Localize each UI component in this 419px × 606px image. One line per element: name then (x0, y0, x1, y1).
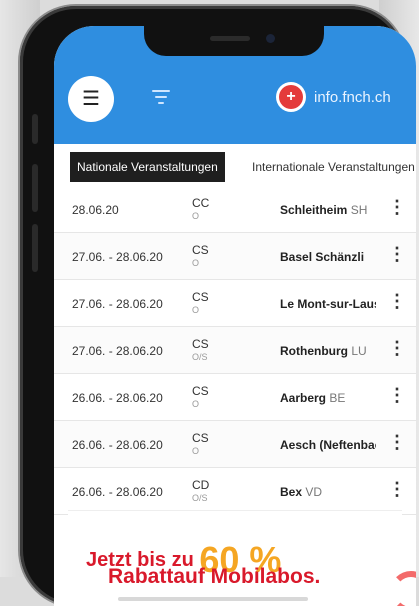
more-vert-icon[interactable]: ⋮ (388, 386, 406, 404)
event-date: 27.06. - 28.06.20 (72, 297, 163, 311)
event-place: Le Mont-sur-Lausanne (280, 297, 376, 311)
more-vert-icon[interactable]: ⋮ (388, 433, 406, 451)
phone-notch (144, 26, 324, 56)
event-category: O (192, 258, 200, 268)
event-canton: SH (350, 203, 368, 217)
event-row[interactable]: 26.06. - 28.06.20 CD O/S Bex VD ⋮ (54, 468, 416, 515)
event-date: 26.06. - 28.06.20 (72, 485, 163, 499)
more-vert-icon[interactable]: ⋮ (388, 480, 406, 498)
menu-icon: ☰ (82, 88, 100, 110)
event-row[interactable]: 27.06. - 28.06.20 CS O Le Mont-sur-Lausa… (54, 280, 416, 327)
volume-up-button (32, 164, 38, 212)
event-canton: BE (329, 391, 346, 405)
speaker-grille (210, 36, 250, 41)
ad-fine-print (118, 597, 308, 601)
event-category: O (192, 446, 200, 456)
event-category: O (192, 399, 200, 409)
front-camera (266, 34, 275, 43)
menu-button[interactable]: ☰ (68, 76, 114, 122)
event-discipline: CS (192, 431, 209, 445)
more-vert-icon[interactable]: ⋮ (388, 245, 406, 263)
event-row[interactable]: 27.06. - 28.06.20 CS O Basel Schänzli ⋮ (54, 233, 416, 280)
event-tabs: Nationale Veranstaltungen Internationale… (54, 144, 416, 187)
mute-switch (32, 114, 38, 144)
event-discipline: CC (192, 196, 210, 210)
more-vert-icon[interactable]: ⋮ (388, 292, 406, 310)
event-category: O (192, 211, 200, 221)
ad-subheadline: Rabattauf Mobilabos. (108, 565, 321, 588)
event-place: Basel Schänzli (280, 250, 365, 264)
event-category: O (192, 305, 200, 315)
event-row[interactable]: 27.06. - 28.06.20 CS O/S Rothenburg LU ⋮ (54, 327, 416, 374)
more-vert-icon[interactable]: ⋮ (388, 339, 406, 357)
tab-national-events[interactable]: Nationale Veranstaltungen (70, 152, 225, 182)
event-canton: VD (305, 485, 323, 499)
event-date: 26.06. - 28.06.20 (72, 438, 163, 452)
event-date: 27.06. - 28.06.20 (72, 250, 163, 264)
app-screen: ☰ + info.fnch.ch Nationale Veranstaltung… (54, 26, 416, 606)
event-date: 28.06.20 (72, 203, 119, 217)
volume-down-button (32, 224, 38, 272)
event-row[interactable]: 26.06. - 28.06.20 CS O Aarberg BE ⋮ (54, 374, 416, 421)
event-category: O/S (192, 493, 208, 503)
event-list: 28.06.20 CC O Schleitheim SH ⋮ 27.06. - … (54, 186, 416, 515)
event-canton: LU (351, 344, 367, 358)
event-date: 26.06. - 28.06.20 (72, 391, 163, 405)
event-date: 27.06. - 28.06.20 (72, 344, 163, 358)
event-place: Schleitheim (280, 203, 348, 217)
tab-international-events[interactable]: Internationale Veranstaltungen (252, 160, 416, 174)
advertisement-banner[interactable]: Jetzt bis zu 60 % Rabattauf Mobilabos. (68, 510, 416, 606)
more-vert-icon[interactable]: ⋮ (388, 198, 406, 216)
event-place: Rothenburg (280, 344, 348, 358)
ad-decoration-icon (390, 571, 416, 606)
swiss-cross-logo-icon: + (276, 82, 306, 112)
event-discipline: CS (192, 243, 209, 257)
event-discipline: CD (192, 478, 210, 492)
event-discipline: CS (192, 384, 209, 398)
app-logo[interactable]: + info.fnch.ch (276, 82, 391, 112)
event-category: O/S (192, 352, 208, 362)
logo-text: info.fnch.ch (314, 88, 391, 106)
event-place: Bex (280, 485, 303, 499)
event-discipline: CS (192, 290, 209, 304)
event-place: Aarberg (280, 391, 327, 405)
phone-frame: ☰ + info.fnch.ch Nationale Veranstaltung… (20, 6, 416, 606)
event-row[interactable]: 26.06. - 28.06.20 CS O Aesch (Neftenbach… (54, 421, 416, 468)
event-row[interactable]: 28.06.20 CC O Schleitheim SH ⋮ (54, 186, 416, 233)
event-discipline: CS (192, 337, 209, 351)
event-place: Aesch (Neftenbach) (280, 438, 376, 452)
filter-icon[interactable] (152, 90, 170, 104)
